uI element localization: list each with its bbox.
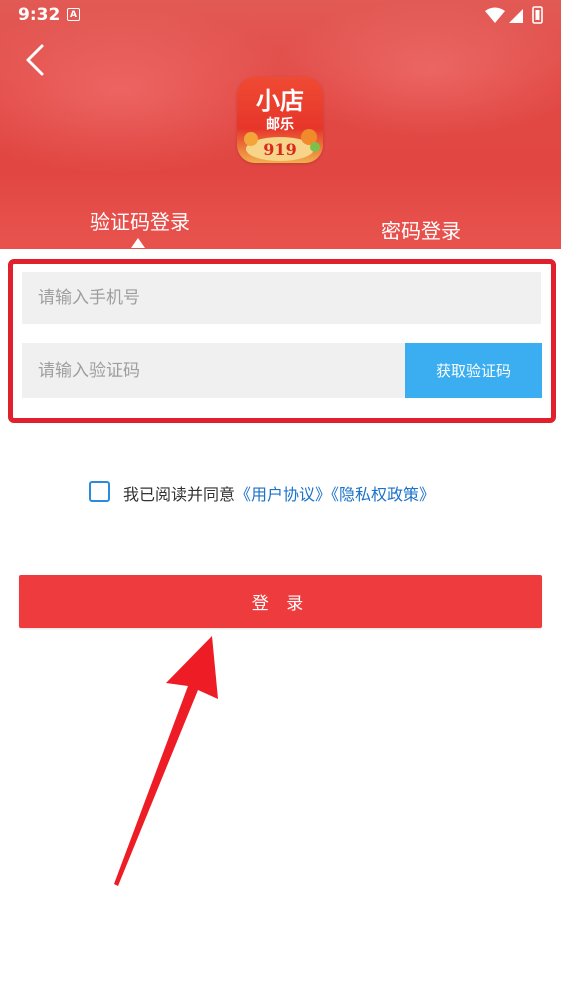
login-button[interactable]: 登 录 — [19, 575, 542, 628]
app-logo: 小店 邮乐 919 — [237, 77, 323, 163]
user-agreement-link[interactable]: 《用户协议》 — [235, 485, 331, 504]
logo-number: 919 — [263, 140, 296, 159]
logo-text-line1: 小店 — [256, 87, 304, 115]
tab-password-login[interactable]: 密码登录 — [381, 215, 461, 244]
logo-text-line2: 邮乐 — [266, 116, 294, 133]
highlight-frame — [8, 259, 556, 423]
tab-code-login[interactable]: 验证码登录 — [90, 206, 190, 235]
notification-icon: A — [67, 8, 80, 21]
agreement-text: 我已阅读并同意《用户协议》《隐私权政策》 — [123, 481, 435, 505]
agreement-prefix: 我已阅读并同意 — [123, 485, 236, 504]
active-tab-indicator — [131, 238, 145, 248]
back-arrow-icon[interactable] — [18, 40, 54, 80]
signal-icon — [509, 9, 523, 23]
status-time: 9:32 — [18, 5, 61, 25]
header-banner: 9:32 A 小店 邮乐 919 验证码登录 密码登录 — [0, 0, 561, 249]
privacy-policy-link[interactable]: 《隐私权政策》 — [331, 485, 435, 504]
agreement-checkbox[interactable] — [89, 481, 110, 502]
status-icons — [485, 6, 543, 24]
wifi-icon — [485, 7, 505, 23]
